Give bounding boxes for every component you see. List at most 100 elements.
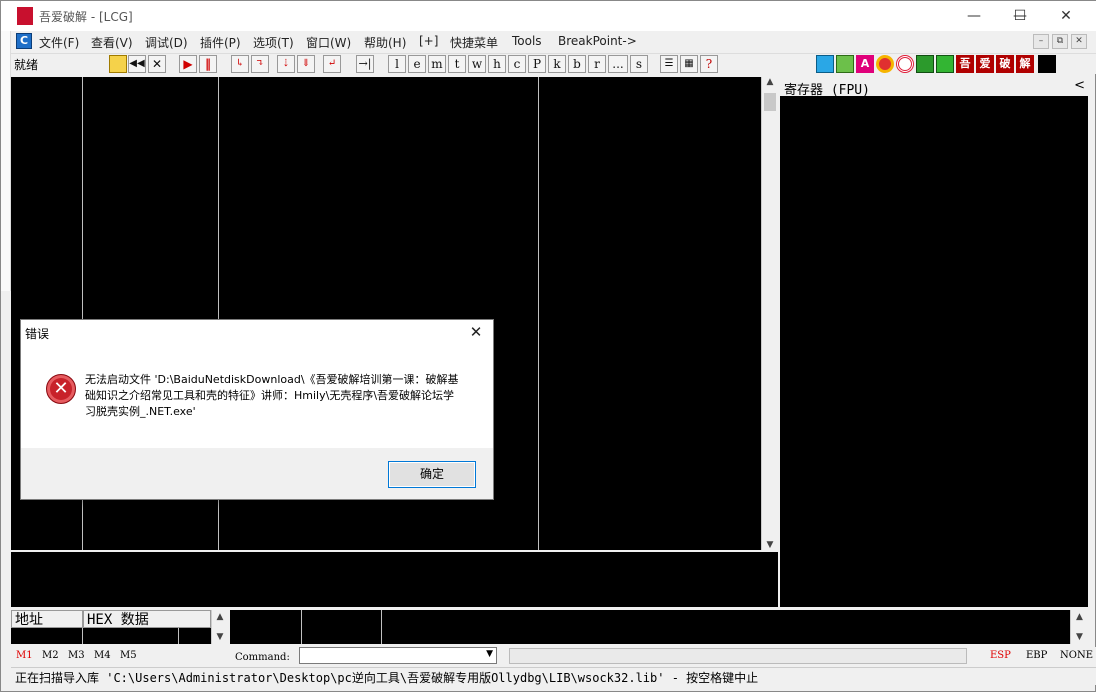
run-trace-button[interactable]: ... bbox=[608, 55, 628, 73]
debug-status: 就绪 bbox=[14, 58, 39, 72]
minimize-button[interactable]: — bbox=[951, 1, 997, 31]
list-icon[interactable]: ☰ bbox=[660, 55, 678, 73]
plugin-po-button[interactable]: 破 bbox=[996, 55, 1014, 73]
restart-icon[interactable]: ◀◀ bbox=[128, 55, 146, 73]
maximize-button[interactable]: ☐ bbox=[997, 1, 1043, 31]
menu-plus[interactable]: [+] bbox=[419, 34, 438, 48]
options-icon[interactable]: ▦ bbox=[680, 55, 698, 73]
plugin-jie-button[interactable]: 解 bbox=[1016, 55, 1034, 73]
refresh-plugin-icon[interactable] bbox=[816, 55, 834, 73]
column-divider[interactable] bbox=[538, 77, 539, 550]
plugin-a-button[interactable]: A bbox=[856, 55, 874, 73]
column-divider bbox=[82, 628, 83, 644]
scroll-thumb[interactable] bbox=[764, 93, 776, 111]
menu-file[interactable]: 文件(F) bbox=[39, 34, 79, 51]
log-button[interactable]: l bbox=[388, 55, 406, 73]
plugin-ai-button[interactable]: 爱 bbox=[976, 55, 994, 73]
mark-m5[interactable]: M5 bbox=[120, 650, 137, 661]
debugger-window: 吾爱破解 - [LCG] — — ☐ ✕ C 文件(F) 查看(V) 调试(D)… bbox=[0, 0, 1096, 692]
dialog-footer: 确定 bbox=[21, 448, 493, 499]
dump-pane[interactable] bbox=[11, 628, 211, 644]
dialog-close-icon[interactable]: ✕ bbox=[465, 321, 487, 343]
patches-button[interactable]: P bbox=[528, 55, 546, 73]
ollydbg-c-icon[interactable]: C bbox=[16, 33, 32, 49]
stack-pane[interactable] bbox=[230, 610, 1070, 644]
menu-tools[interactable]: Tools bbox=[512, 34, 542, 48]
reg-esp-button[interactable]: ESP bbox=[990, 650, 1011, 661]
chart-plugin-icon[interactable] bbox=[916, 55, 934, 73]
goto-icon[interactable]: →| bbox=[356, 55, 374, 73]
scroll-up-icon[interactable]: ▲ bbox=[212, 612, 228, 622]
mdi-restore-button[interactable]: ⧉ bbox=[1052, 34, 1068, 49]
cpu-button[interactable]: c bbox=[508, 55, 526, 73]
trace-over-icon[interactable]: ⇓ bbox=[297, 55, 315, 73]
menu-window[interactable]: 窗口(W) bbox=[306, 34, 351, 51]
step-into-icon[interactable]: ↳ bbox=[231, 55, 249, 73]
pause-icon[interactable]: ‖ bbox=[199, 55, 217, 73]
command-bar: M1 M2 M3 M4 M5 Command: ▼ ESP EBP NONE bbox=[11, 647, 1096, 667]
run-icon[interactable]: ▶ bbox=[179, 55, 197, 73]
title-bar: 吾爱破解 - [LCG] — bbox=[1, 1, 1096, 31]
handles-button[interactable]: h bbox=[488, 55, 506, 73]
threads-button[interactable]: t bbox=[448, 55, 466, 73]
dump-address-header[interactable]: 地址 bbox=[11, 610, 83, 628]
pause-plugin-icon[interactable] bbox=[836, 55, 854, 73]
reg-ebp-button[interactable]: EBP bbox=[1026, 650, 1047, 661]
disassembly-scrollbar[interactable]: ▲ ▼ bbox=[761, 77, 778, 550]
mark-m4[interactable]: M4 bbox=[94, 650, 111, 661]
execute-till-return-icon[interactable]: ↵ bbox=[323, 55, 341, 73]
menu-plugins[interactable]: 插件(P) bbox=[200, 34, 241, 51]
menu-debug[interactable]: 调试(D) bbox=[145, 34, 188, 51]
help-icon[interactable]: ? bbox=[700, 55, 718, 73]
black-plugin-icon[interactable] bbox=[1038, 55, 1056, 73]
scroll-down-icon[interactable]: ▼ bbox=[1071, 632, 1088, 642]
executable-modules-button[interactable]: e bbox=[408, 55, 426, 73]
memory-button[interactable]: m bbox=[428, 55, 446, 73]
step-over-icon[interactable]: ↴ bbox=[251, 55, 269, 73]
scroll-up-icon[interactable]: ▲ bbox=[1071, 612, 1088, 622]
references-button[interactable]: r bbox=[588, 55, 606, 73]
close-program-icon[interactable]: ✕ bbox=[148, 55, 166, 73]
scroll-down-icon[interactable]: ▼ bbox=[762, 540, 778, 550]
window-plugin-icon[interactable] bbox=[936, 55, 954, 73]
info-pane bbox=[11, 552, 778, 607]
source-button[interactable]: s bbox=[630, 55, 648, 73]
plugin-wu-button[interactable]: 吾 bbox=[956, 55, 974, 73]
mark-m2[interactable]: M2 bbox=[42, 650, 59, 661]
mark-m3[interactable]: M3 bbox=[68, 650, 85, 661]
column-divider bbox=[301, 610, 302, 644]
menu-help[interactable]: 帮助(H) bbox=[364, 34, 406, 51]
open-icon[interactable] bbox=[109, 55, 127, 73]
record-plugin-icon[interactable] bbox=[876, 55, 894, 73]
status-text: 正在扫描导入库 'C:\Users\Administrator\Desktop\… bbox=[15, 671, 759, 685]
error-icon: ✕ bbox=[46, 374, 76, 404]
registers-header[interactable]: 寄存器 (FPU) < bbox=[780, 77, 1088, 98]
stack-scrollbar[interactable]: ▲ ▼ bbox=[1070, 610, 1088, 644]
scroll-up-icon[interactable]: ▲ bbox=[762, 77, 778, 87]
close-button[interactable]: ✕ bbox=[1043, 1, 1089, 31]
breakpoints-button[interactable]: b bbox=[568, 55, 586, 73]
command-input[interactable]: ▼ bbox=[299, 647, 497, 664]
error-message: 无法启动文件 'D:\BaiduNetdiskDownload\《吾爱破解培训第… bbox=[85, 373, 459, 418]
call-stack-button[interactable]: k bbox=[548, 55, 566, 73]
ok-button[interactable]: 确定 bbox=[388, 461, 476, 488]
reg-none-button[interactable]: NONE bbox=[1060, 650, 1093, 661]
dump-hex-header[interactable]: HEX 数据 bbox=[83, 610, 211, 628]
dump-scrollbar[interactable]: ▲ ▼ bbox=[211, 610, 228, 644]
dropdown-icon[interactable]: ▼ bbox=[486, 649, 493, 659]
menu-view[interactable]: 查看(V) bbox=[91, 34, 133, 51]
windows-button[interactable]: w bbox=[468, 55, 486, 73]
column-divider bbox=[178, 628, 179, 644]
command-result bbox=[509, 648, 967, 664]
mdi-minimize-button[interactable]: – bbox=[1033, 34, 1049, 49]
menu-shortcut[interactable]: 快捷菜单 bbox=[450, 34, 498, 51]
mark-m1[interactable]: M1 bbox=[16, 650, 33, 661]
menu-breakpoint[interactable]: BreakPoint-> bbox=[558, 34, 637, 48]
mdi-close-button[interactable]: ✕ bbox=[1071, 34, 1087, 49]
menu-options[interactable]: 选项(T) bbox=[253, 34, 294, 51]
target-plugin-icon[interactable] bbox=[896, 55, 914, 73]
scroll-down-icon[interactable]: ▼ bbox=[212, 632, 228, 642]
registers-pane[interactable] bbox=[780, 96, 1088, 607]
collapse-icon[interactable]: < bbox=[1074, 78, 1085, 93]
trace-into-icon[interactable]: ⇣ bbox=[277, 55, 295, 73]
